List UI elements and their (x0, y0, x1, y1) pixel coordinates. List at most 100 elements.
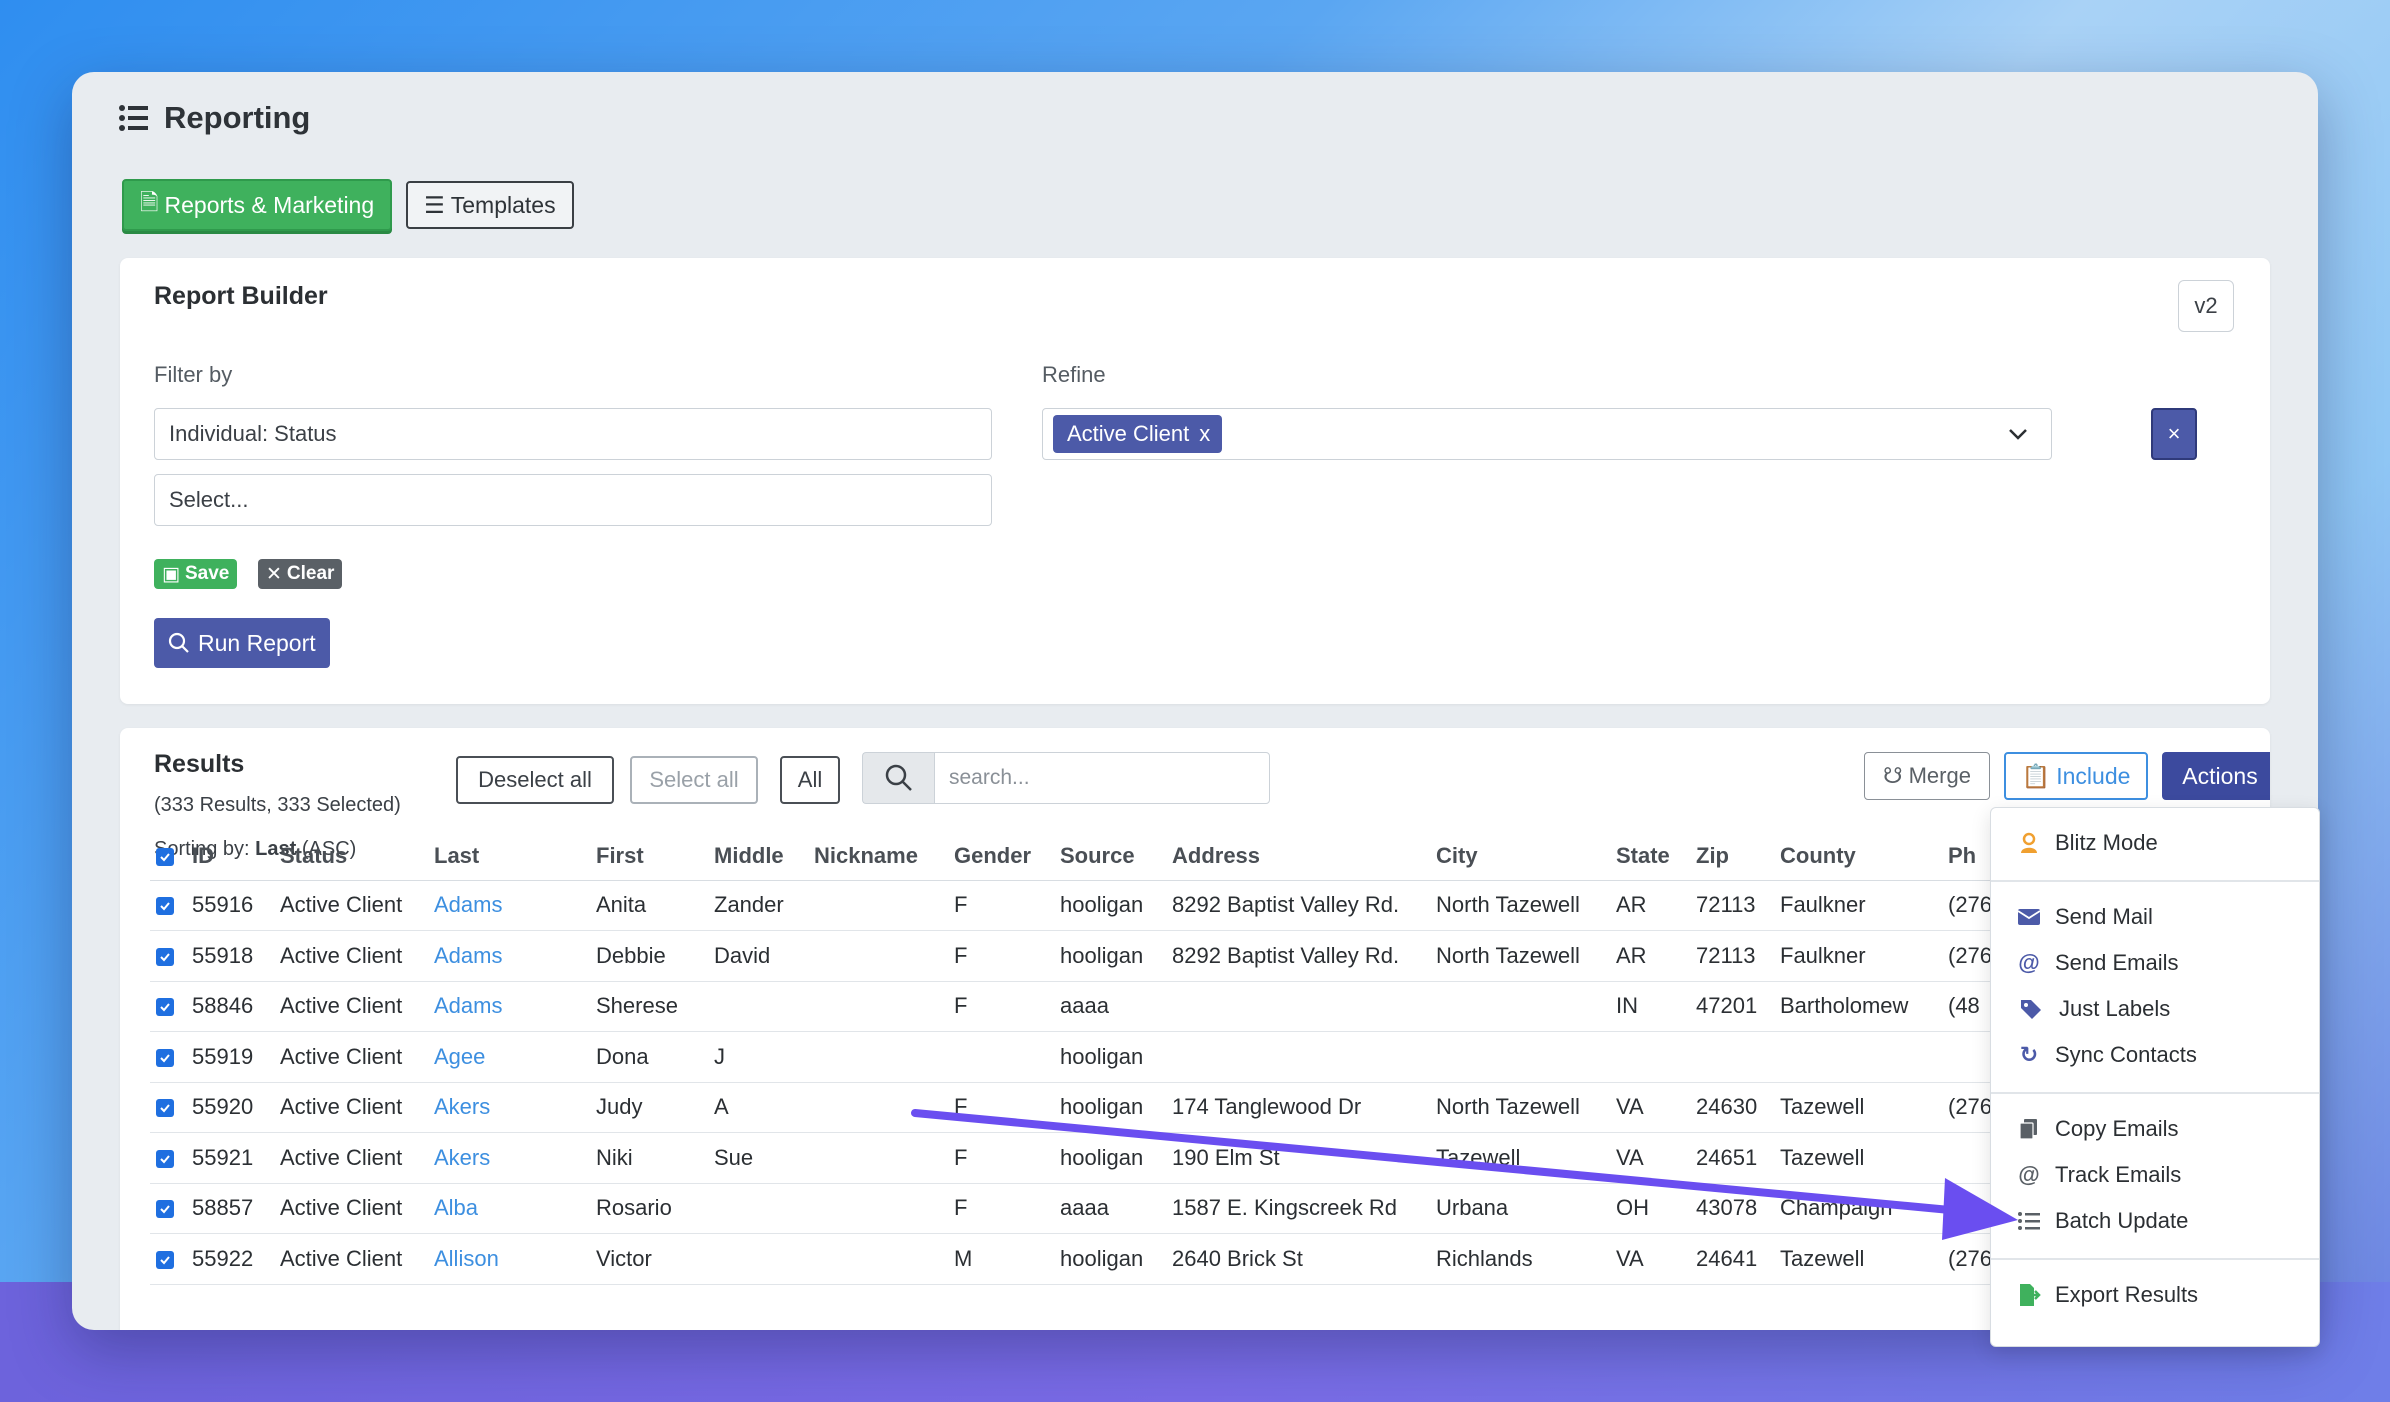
row-checkbox[interactable] (156, 1099, 174, 1118)
menu-item-sync-contacts[interactable]: ↻ Sync Contacts (2017, 1042, 2197, 1068)
cell-address (1166, 981, 1430, 1032)
actions-button[interactable]: Actions (2162, 752, 2270, 800)
cell-last[interactable]: Akers (428, 1132, 590, 1184)
clear-refine-button[interactable]: × (2151, 408, 2197, 460)
cell-first: Niki (590, 1132, 708, 1184)
col-source[interactable]: Source (1054, 832, 1166, 881)
cell-nickname (808, 981, 948, 1032)
file-icon: 🗎 (140, 188, 159, 215)
cell-nickname (808, 1031, 948, 1083)
col-last[interactable]: Last (428, 832, 590, 881)
columns-icon: ☰ (424, 191, 445, 218)
row-checkbox[interactable] (156, 1200, 174, 1219)
menu-item-copy-emails[interactable]: Copy Emails (2017, 1116, 2178, 1142)
envelope-icon (2017, 909, 2041, 925)
select-all-button[interactable]: Select all (630, 756, 758, 804)
user-badge-icon (2021, 832, 2037, 853)
table-row[interactable]: 58857 Active Client Alba Rosario Faaaa 1587 E… (150, 1183, 2002, 1234)
col-status[interactable]: Status (274, 832, 428, 881)
col-city[interactable]: City (1430, 832, 1610, 881)
refine-multiselect[interactable]: Active Client x (1042, 408, 2052, 460)
menu-divider (1991, 1258, 2319, 1260)
version-button[interactable]: v2 (2178, 280, 2234, 332)
cell-state: AR (1610, 930, 1690, 982)
cell-address: 174 Tanglewood Dr (1166, 1082, 1430, 1133)
cell-middle (708, 1183, 808, 1234)
search-input[interactable]: search... (934, 752, 1270, 804)
cell-first: Dona (590, 1031, 708, 1083)
col-id[interactable]: ID (186, 832, 274, 881)
tab-reports-marketing[interactable]: 🗎 Reports & Marketing (122, 179, 393, 231)
cell-last[interactable]: Adams (428, 930, 590, 982)
menu-item-send-mail[interactable]: Send Mail (2017, 904, 2153, 930)
row-checkbox[interactable] (156, 1149, 174, 1168)
cell-county: Tazewell (1774, 1082, 1942, 1133)
table-row[interactable]: 55916 Active Client Adams Anita Zander Fhooli… (150, 880, 2002, 931)
col-address[interactable]: Address (1166, 832, 1430, 881)
all-button[interactable]: All (780, 756, 840, 804)
cell-address: 1587 E. Kingscreek Rd (1166, 1183, 1430, 1234)
col-zip[interactable]: Zip (1690, 832, 1774, 881)
cell-last[interactable]: Akers (428, 1082, 590, 1133)
table-row[interactable]: 55918 Active Client Adams Debbie David Fhooli… (150, 930, 2002, 982)
chip-remove[interactable]: x (1199, 421, 1210, 447)
select-all-checkbox[interactable] (156, 847, 174, 866)
col-first[interactable]: First (590, 832, 708, 881)
table-row[interactable]: 55920 Active Client Akers Judy A Fhooligan 174… (150, 1082, 2002, 1133)
row-checkbox[interactable] (156, 1048, 174, 1067)
menu-divider (1991, 1092, 2319, 1094)
col-state[interactable]: State (1610, 832, 1690, 881)
deselect-all-button[interactable]: Deselect all (456, 756, 614, 804)
table-row[interactable]: 58846 Active Client Adams Sherese Faaaa IN 472… (150, 981, 2002, 1032)
merge-button[interactable]: ☋ Merge (1864, 752, 1990, 800)
menu-item-export-results[interactable]: Export Results (2017, 1282, 2198, 1308)
menu-item-batch-update[interactable]: Batch Update (2017, 1208, 2188, 1234)
cell-city: Urbana (1430, 1183, 1610, 1234)
menu-item-just-labels[interactable]: Just Labels (2017, 996, 2170, 1022)
row-checkbox-cell (150, 981, 186, 1032)
cell-gender: F (948, 1132, 1054, 1184)
include-button[interactable]: 📋 Include (2004, 752, 2148, 800)
col-middle[interactable]: Middle (708, 832, 808, 881)
table-row[interactable]: 55919 Active Client Agee Dona Jhooligan (150, 1031, 2002, 1083)
save-button[interactable]: ▣ Save (154, 559, 238, 589)
list-icon (2018, 1212, 2040, 1230)
col-county[interactable]: County (1774, 832, 1942, 881)
filter-value-select[interactable]: Select... (154, 474, 992, 526)
row-checkbox[interactable] (156, 998, 174, 1017)
cell-county: Champaign (1774, 1183, 1942, 1234)
clear-button[interactable]: ✕ Clear (258, 559, 343, 589)
menu-item-label: Track Emails (2055, 1162, 2182, 1187)
cell-last[interactable]: Adams (428, 880, 590, 931)
filter-select[interactable]: Individual: Status (154, 408, 992, 460)
tab-bar: 🗎 Reports & Marketing ☰ Templates (122, 179, 574, 231)
cell-source: hooligan (1054, 930, 1166, 982)
col-gender[interactable]: Gender (948, 832, 1054, 881)
cell-middle (708, 981, 808, 1032)
row-checkbox[interactable] (156, 897, 174, 916)
cell-last[interactable]: Adams (428, 981, 590, 1032)
row-checkbox[interactable] (156, 947, 174, 966)
menu-item-blitz-mode[interactable]: Blitz Mode (2017, 830, 2158, 856)
cell-status: Active Client (274, 1183, 428, 1234)
search-icon (168, 632, 189, 653)
col-nickname[interactable]: Nickname (808, 832, 948, 881)
cell-gender: F (948, 930, 1054, 982)
cell-status: Active Client (274, 981, 428, 1032)
filter-label: Filter by (154, 362, 233, 387)
cell-county: Bartholomew (1774, 981, 1942, 1032)
table-row[interactable]: 55922 Active Client Allison Victor Mhooligan… (150, 1233, 2002, 1285)
cell-gender: F (948, 880, 1054, 931)
row-checkbox[interactable] (156, 1250, 174, 1269)
table-row[interactable]: 55921 Active Client Akers Niki Sue Fhooligan 1… (150, 1132, 2002, 1184)
chevron-down-icon[interactable] (2007, 423, 2029, 445)
run-report-button[interactable]: Run Report (154, 618, 330, 668)
tab-label: Reports & Marketing (164, 191, 375, 218)
menu-item-send-emails[interactable]: @ Send Emails (2017, 950, 2178, 976)
cell-zip (1690, 1031, 1774, 1083)
tab-templates[interactable]: ☰ Templates (406, 181, 574, 229)
cell-last[interactable]: Agee (428, 1031, 590, 1083)
cell-last[interactable]: Alba (428, 1183, 590, 1234)
menu-item-track-emails[interactable]: @ Track Emails (2017, 1162, 2181, 1188)
cell-last[interactable]: Allison (428, 1233, 590, 1285)
